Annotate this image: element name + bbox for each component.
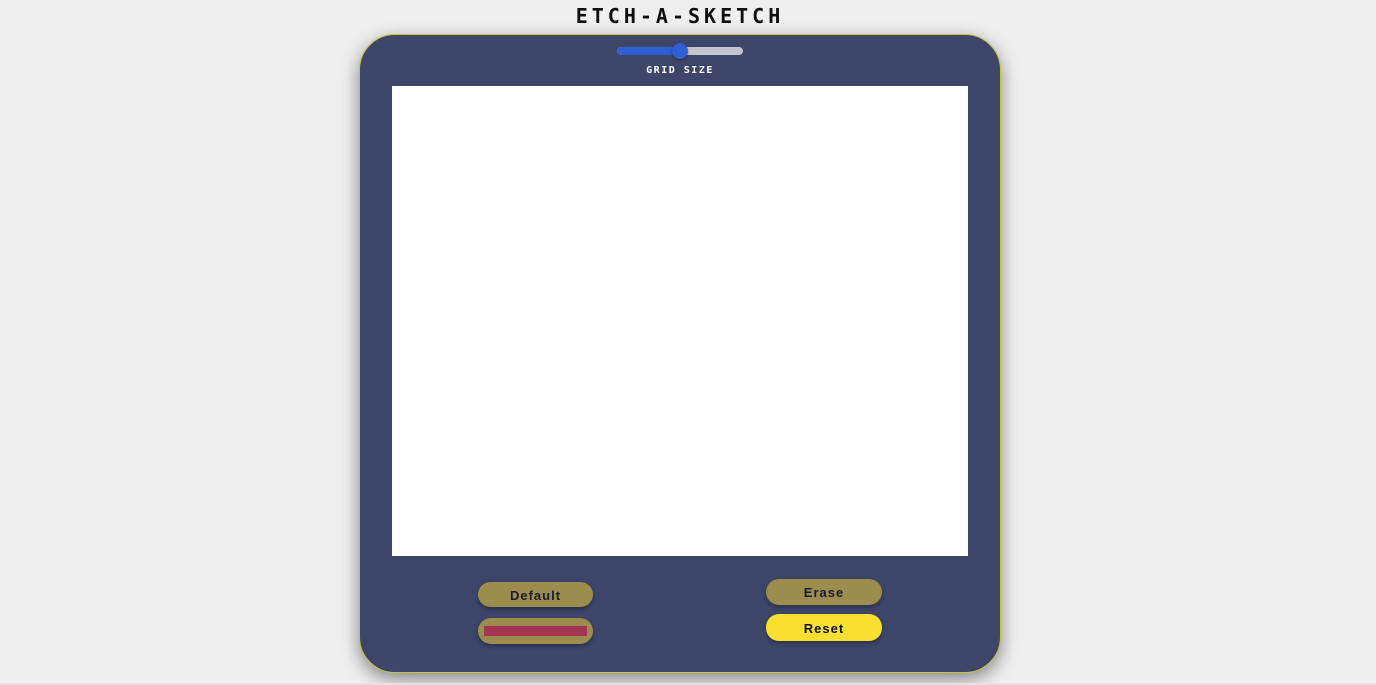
sketch-console: GRID SIZE Default Erase Reset bbox=[359, 34, 1001, 673]
drawing-grid[interactable] bbox=[392, 86, 968, 556]
color-picker[interactable] bbox=[478, 618, 593, 644]
grid-size-label: GRID SIZE bbox=[646, 65, 714, 76]
grid-size-slider[interactable] bbox=[617, 43, 743, 59]
page: ETCH-A-SKETCH GRID SIZE Default Erase Re… bbox=[0, 0, 1376, 685]
erase-button[interactable]: Erase bbox=[766, 579, 882, 605]
default-button[interactable]: Default bbox=[478, 582, 593, 607]
grid-size-slider-thumb[interactable] bbox=[672, 43, 688, 59]
selected-color-swatch bbox=[484, 626, 587, 636]
page-title: ETCH-A-SKETCH bbox=[575, 4, 785, 28]
grid-size-slider-fill bbox=[617, 47, 680, 55]
reset-button[interactable]: Reset bbox=[766, 614, 882, 641]
